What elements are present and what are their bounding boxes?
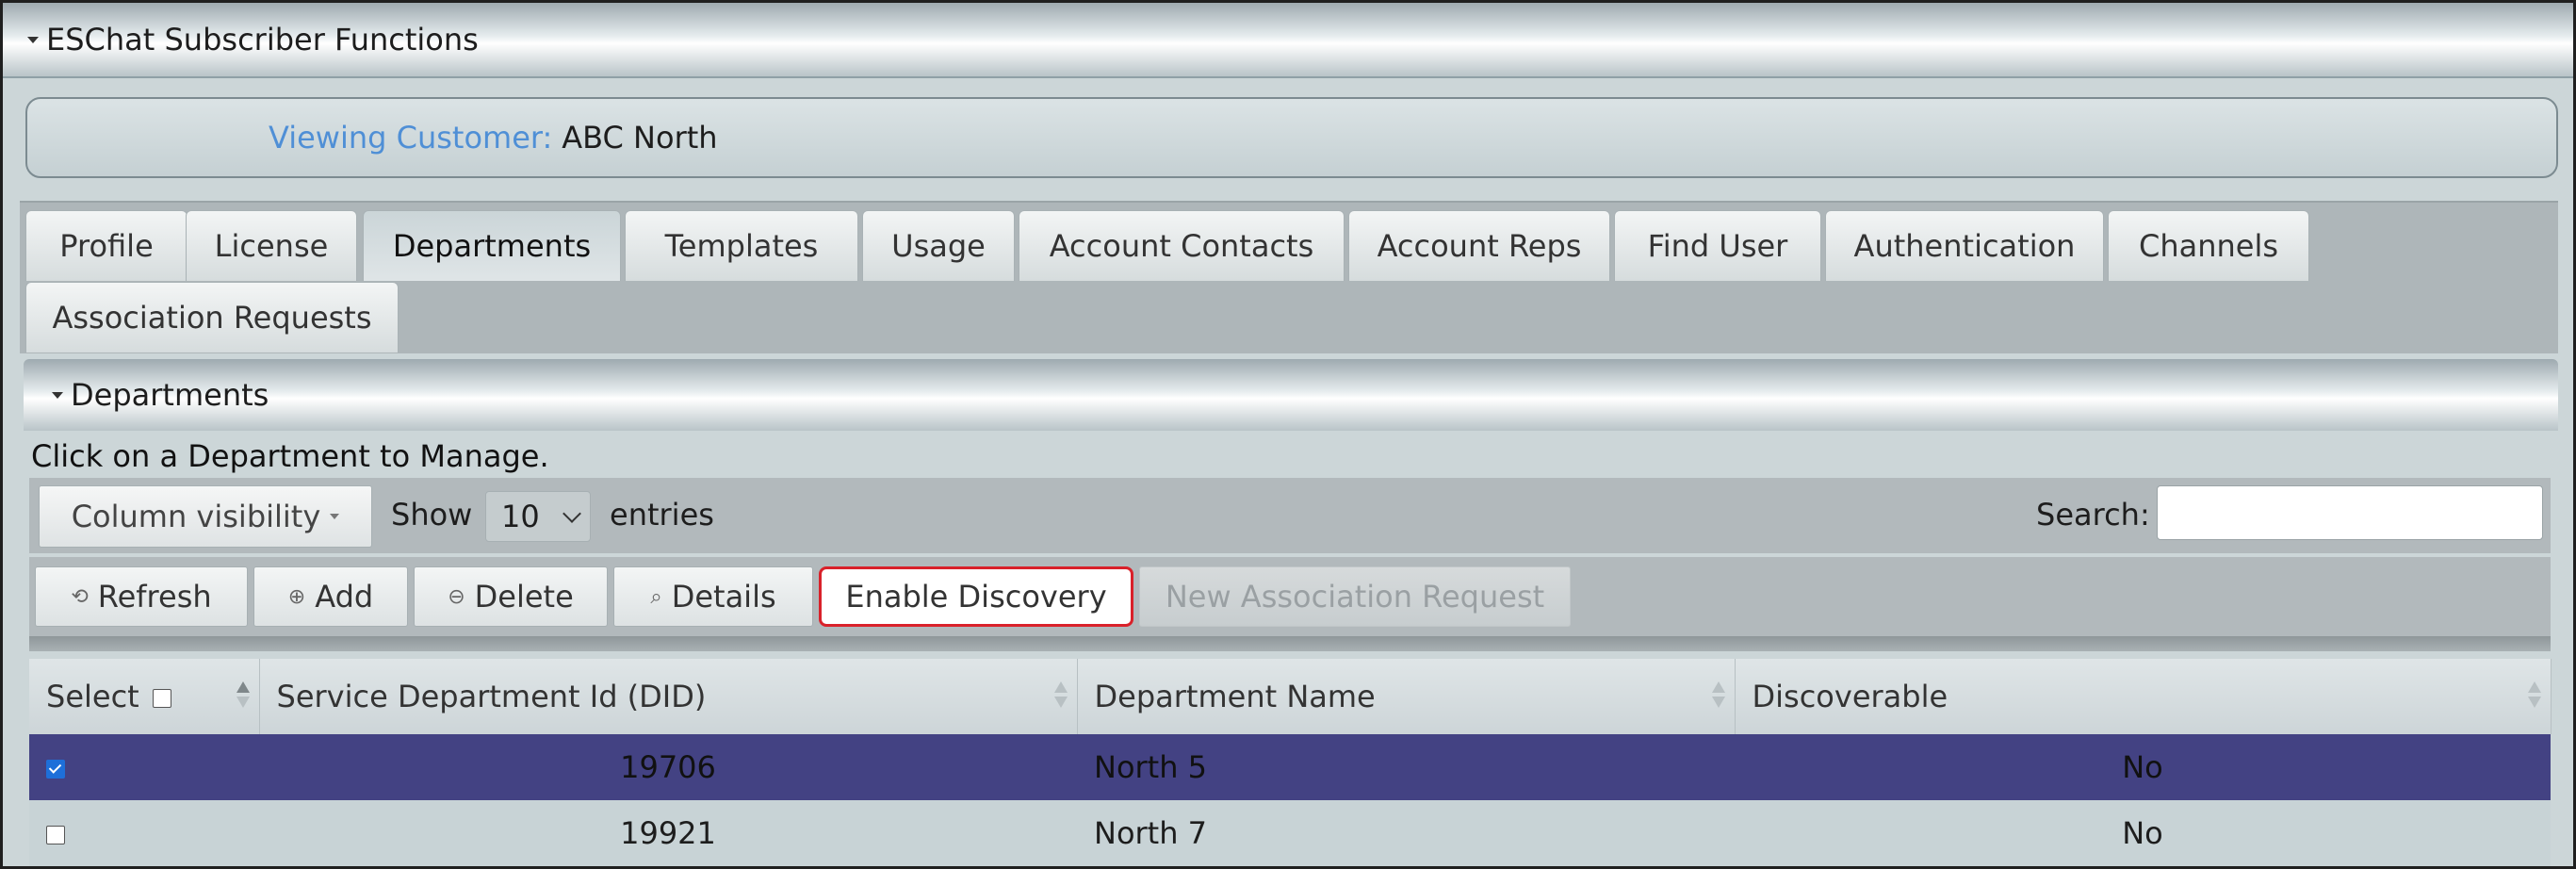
column-visibility-label: Column visibility (71, 499, 321, 534)
discoverable-cell: No (1735, 734, 2551, 800)
search-input[interactable] (2157, 485, 2543, 540)
table-row[interactable]: 19921 North 7 No (29, 800, 2551, 866)
toolbar-divider (29, 636, 2551, 651)
sort-icon (1053, 681, 1068, 710)
did-header-label: Service Department Id (DID) (276, 679, 707, 714)
tab-departments[interactable]: Departments (363, 210, 621, 281)
sort-icon (236, 681, 250, 710)
delete-button[interactable]: ⊖ Delete (414, 566, 608, 627)
departments-hint: Click on a Department to Manage. (31, 438, 549, 474)
departments-title: Departments (71, 377, 269, 413)
column-header-select[interactable]: Select (29, 659, 260, 734)
tab-account-contacts[interactable]: Account Contacts (1019, 210, 1345, 281)
tabs-bar: Profile License Departments Templates Us… (20, 201, 2558, 353)
departments-panel: Departments Click on a Department to Man… (24, 359, 2558, 866)
sort-icon (2527, 681, 2541, 710)
details-label: Details (671, 579, 776, 615)
column-header-did[interactable]: Service Department Id (DID) (259, 659, 1078, 734)
add-button[interactable]: ⊕ Add (253, 566, 408, 627)
departments-header[interactable]: Departments (24, 359, 2558, 431)
tab-account-reps[interactable]: Account Reps (1348, 210, 1610, 281)
collapse-caret-icon[interactable] (52, 391, 63, 399)
app-frame: ESChat Subscriber Functions Viewing Cust… (0, 0, 2576, 869)
tab-channels[interactable]: Channels (2108, 210, 2309, 281)
tab-usage[interactable]: Usage (862, 210, 1015, 281)
tab-profile[interactable]: Profile (25, 210, 187, 281)
entries-label: entries (610, 497, 714, 533)
row-select-cell (29, 800, 259, 866)
departments-table: Select Service Department Id (DID) Depar… (29, 659, 2552, 866)
tab-authentication[interactable]: Authentication (1825, 210, 2104, 281)
chevron-down-icon (562, 504, 581, 523)
plus-circle-icon: ⊕ (287, 584, 306, 609)
new-association-request-button[interactable]: New Association Request (1139, 566, 1571, 627)
eschat-functions-header[interactable]: ESChat Subscriber Functions (3, 3, 2573, 78)
tab-association-requests[interactable]: Association Requests (25, 282, 399, 353)
did-cell: 19706 (259, 734, 1077, 800)
add-label: Add (315, 579, 374, 615)
row-select-checkbox[interactable] (46, 826, 65, 844)
discoverable-cell: No (1735, 800, 2551, 866)
delete-label: Delete (474, 579, 574, 615)
viewing-customer-box: Viewing Customer: ABC North (25, 97, 2558, 178)
table-header-row: Select Service Department Id (DID) Depar… (29, 659, 2552, 734)
row-select-checkbox[interactable] (46, 760, 65, 779)
select-all-checkbox[interactable] (152, 689, 171, 708)
show-label: Show (391, 497, 473, 533)
discoverable-header-label: Discoverable (1752, 679, 1948, 714)
entries-per-page-value: 10 (501, 499, 540, 534)
column-header-discoverable[interactable]: Discoverable (1735, 659, 2552, 734)
select-header-label: Select (46, 679, 139, 714)
refresh-label: Refresh (97, 579, 212, 615)
column-header-department-name[interactable]: Department Name (1077, 659, 1736, 734)
department-name-header-label: Department Name (1094, 679, 1376, 714)
dropdown-caret-icon (330, 514, 340, 519)
tab-find-user[interactable]: Find User (1614, 210, 1821, 281)
details-button[interactable]: ⌕ Details (613, 566, 813, 627)
department-name-cell: North 5 (1077, 734, 1735, 800)
refresh-button[interactable]: ⟲ Refresh (35, 566, 248, 627)
table-toolbar: ⟲ Refresh ⊕ Add ⊖ Delete ⌕ Details Enabl… (29, 557, 2551, 636)
department-name-cell: North 7 (1077, 800, 1735, 866)
tab-templates[interactable]: Templates (625, 210, 858, 281)
minus-circle-icon: ⊖ (448, 584, 465, 609)
did-cell: 19921 (259, 800, 1077, 866)
entries-per-page-select[interactable]: 10 (485, 491, 591, 542)
search-label: Search: (2036, 497, 2150, 533)
tab-license[interactable]: License (186, 210, 357, 281)
viewing-customer-value: ABC North (562, 120, 718, 156)
column-visibility-button[interactable]: Column visibility (39, 485, 372, 548)
row-select-cell (29, 734, 259, 800)
enable-discovery-button[interactable]: Enable Discovery (819, 566, 1133, 627)
refresh-icon: ⟲ (71, 584, 89, 609)
collapse-caret-icon[interactable] (27, 36, 39, 43)
sort-icon (1711, 681, 1725, 710)
magnifier-icon: ⌕ (650, 584, 662, 609)
page-title: ESChat Subscriber Functions (46, 22, 479, 57)
table-controls-bar: Column visibility Show 10 entries Search… (29, 478, 2551, 553)
viewing-customer-label: Viewing Customer: (269, 120, 553, 156)
table-row[interactable]: 19706 North 5 No (29, 734, 2551, 800)
